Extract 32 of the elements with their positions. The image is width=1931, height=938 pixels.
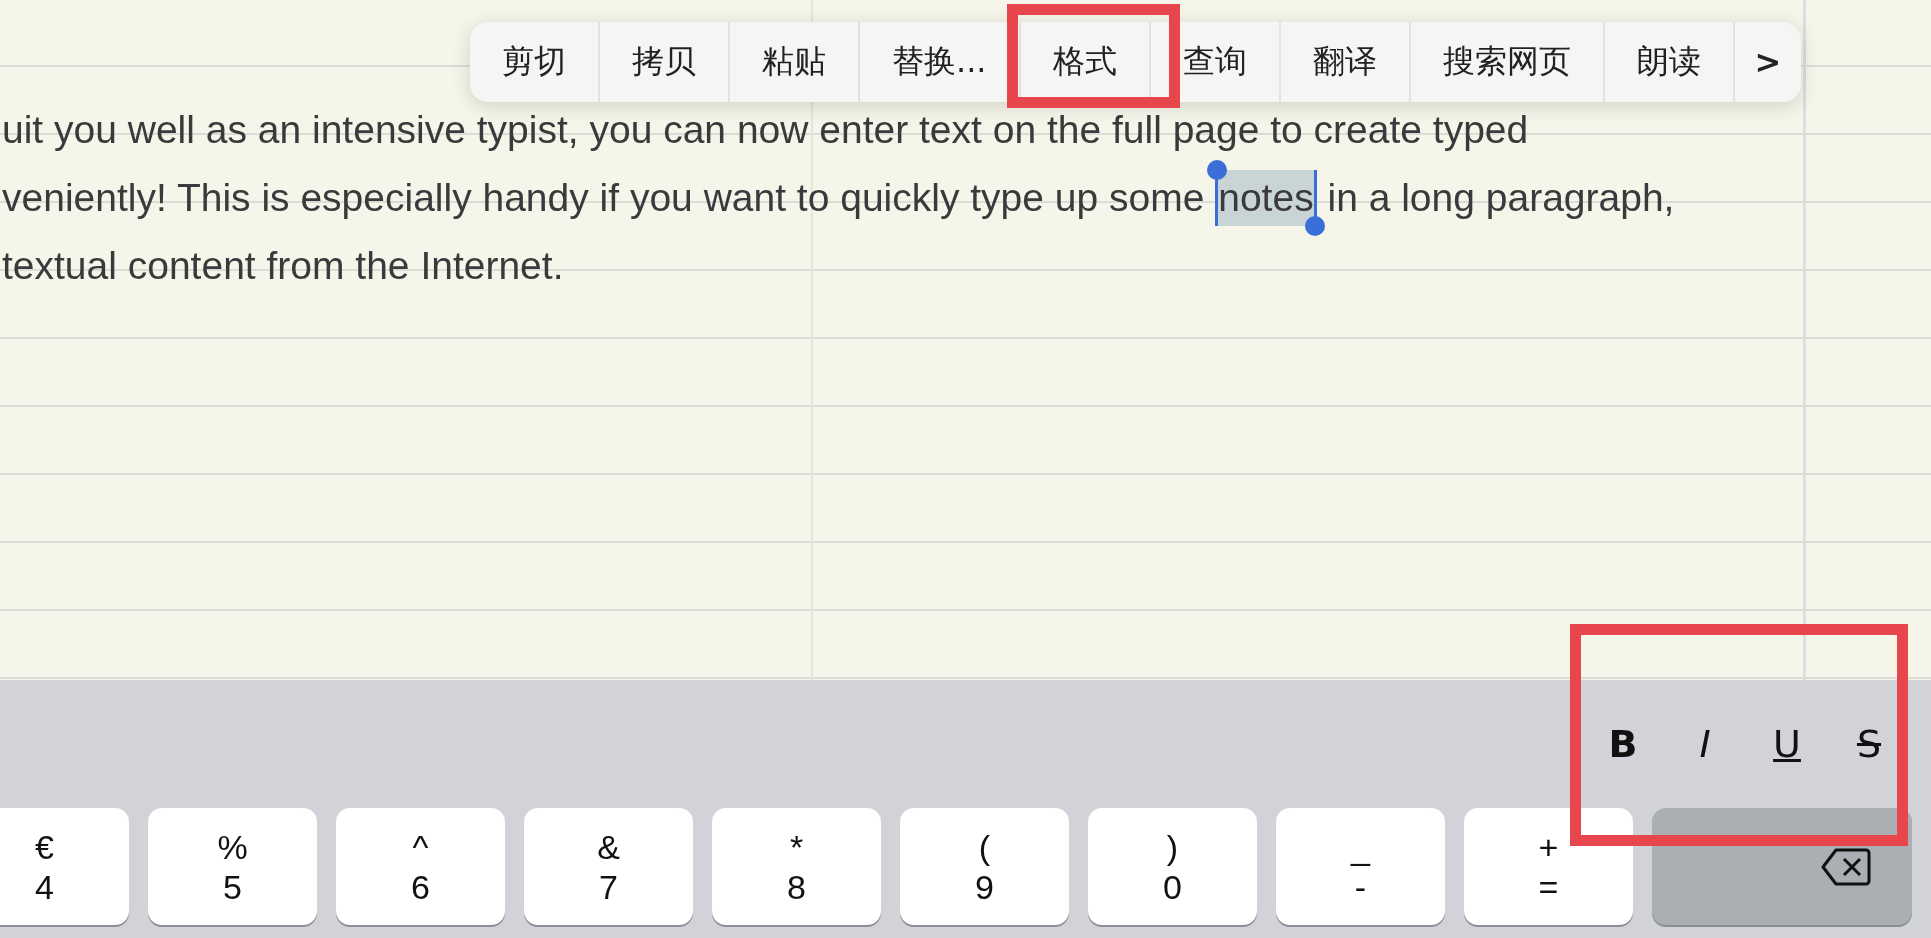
selected-text[interactable]: notes: [1215, 170, 1317, 226]
keyboard-key[interactable]: ( 9: [900, 808, 1069, 925]
menu-item[interactable]: 翻译: [1280, 22, 1411, 102]
note-text: uit you well as an intensive typist, you can now enter text on the full page to create typed: [2, 108, 1529, 151]
keyboard-key[interactable]: * 8: [712, 808, 881, 925]
selection-handle[interactable]: [1304, 216, 1325, 236]
keyboard-key[interactable]: ^ 6: [336, 808, 505, 925]
keyboard-key[interactable]: + =: [1464, 808, 1633, 925]
format-button[interactable]: S: [1835, 709, 1903, 779]
menu-item[interactable]: 拷贝: [600, 22, 730, 102]
menu-item[interactable]: 查询: [1150, 22, 1281, 102]
menu-item[interactable]: 格式: [1020, 22, 1151, 102]
menu-item[interactable]: 替换...: [860, 22, 1021, 102]
format-button[interactable]: I: [1671, 709, 1739, 779]
format-button[interactable]: B: [1589, 709, 1657, 779]
keyboard-key[interactable]: % 5: [148, 808, 317, 925]
selection-handle[interactable]: [1207, 160, 1228, 180]
menu-item[interactable]: 搜索网页: [1410, 22, 1605, 102]
menu-item[interactable]: 朗读: [1604, 22, 1735, 102]
note-text: in a long paragraph,: [1326, 176, 1675, 219]
delete-key[interactable]: [1652, 808, 1912, 925]
menu-item[interactable]: 粘贴: [730, 22, 860, 102]
delete-icon: [1820, 846, 1872, 887]
keyboard-key[interactable]: ) 0: [1088, 808, 1257, 925]
keyboard-key[interactable]: & 7: [524, 808, 693, 925]
note-text: textual content from the Internet.: [2, 244, 564, 287]
keyboard-key[interactable]: _ -: [1276, 808, 1445, 925]
more-button[interactable]: >: [1734, 22, 1802, 102]
format-button[interactable]: U: [1753, 709, 1821, 779]
keyboard-key[interactable]: € 4: [0, 808, 129, 925]
note-text: veniently! This is especially handy if you want to quickly type up some: [2, 176, 1206, 219]
menu-item[interactable]: 剪切: [470, 22, 600, 102]
